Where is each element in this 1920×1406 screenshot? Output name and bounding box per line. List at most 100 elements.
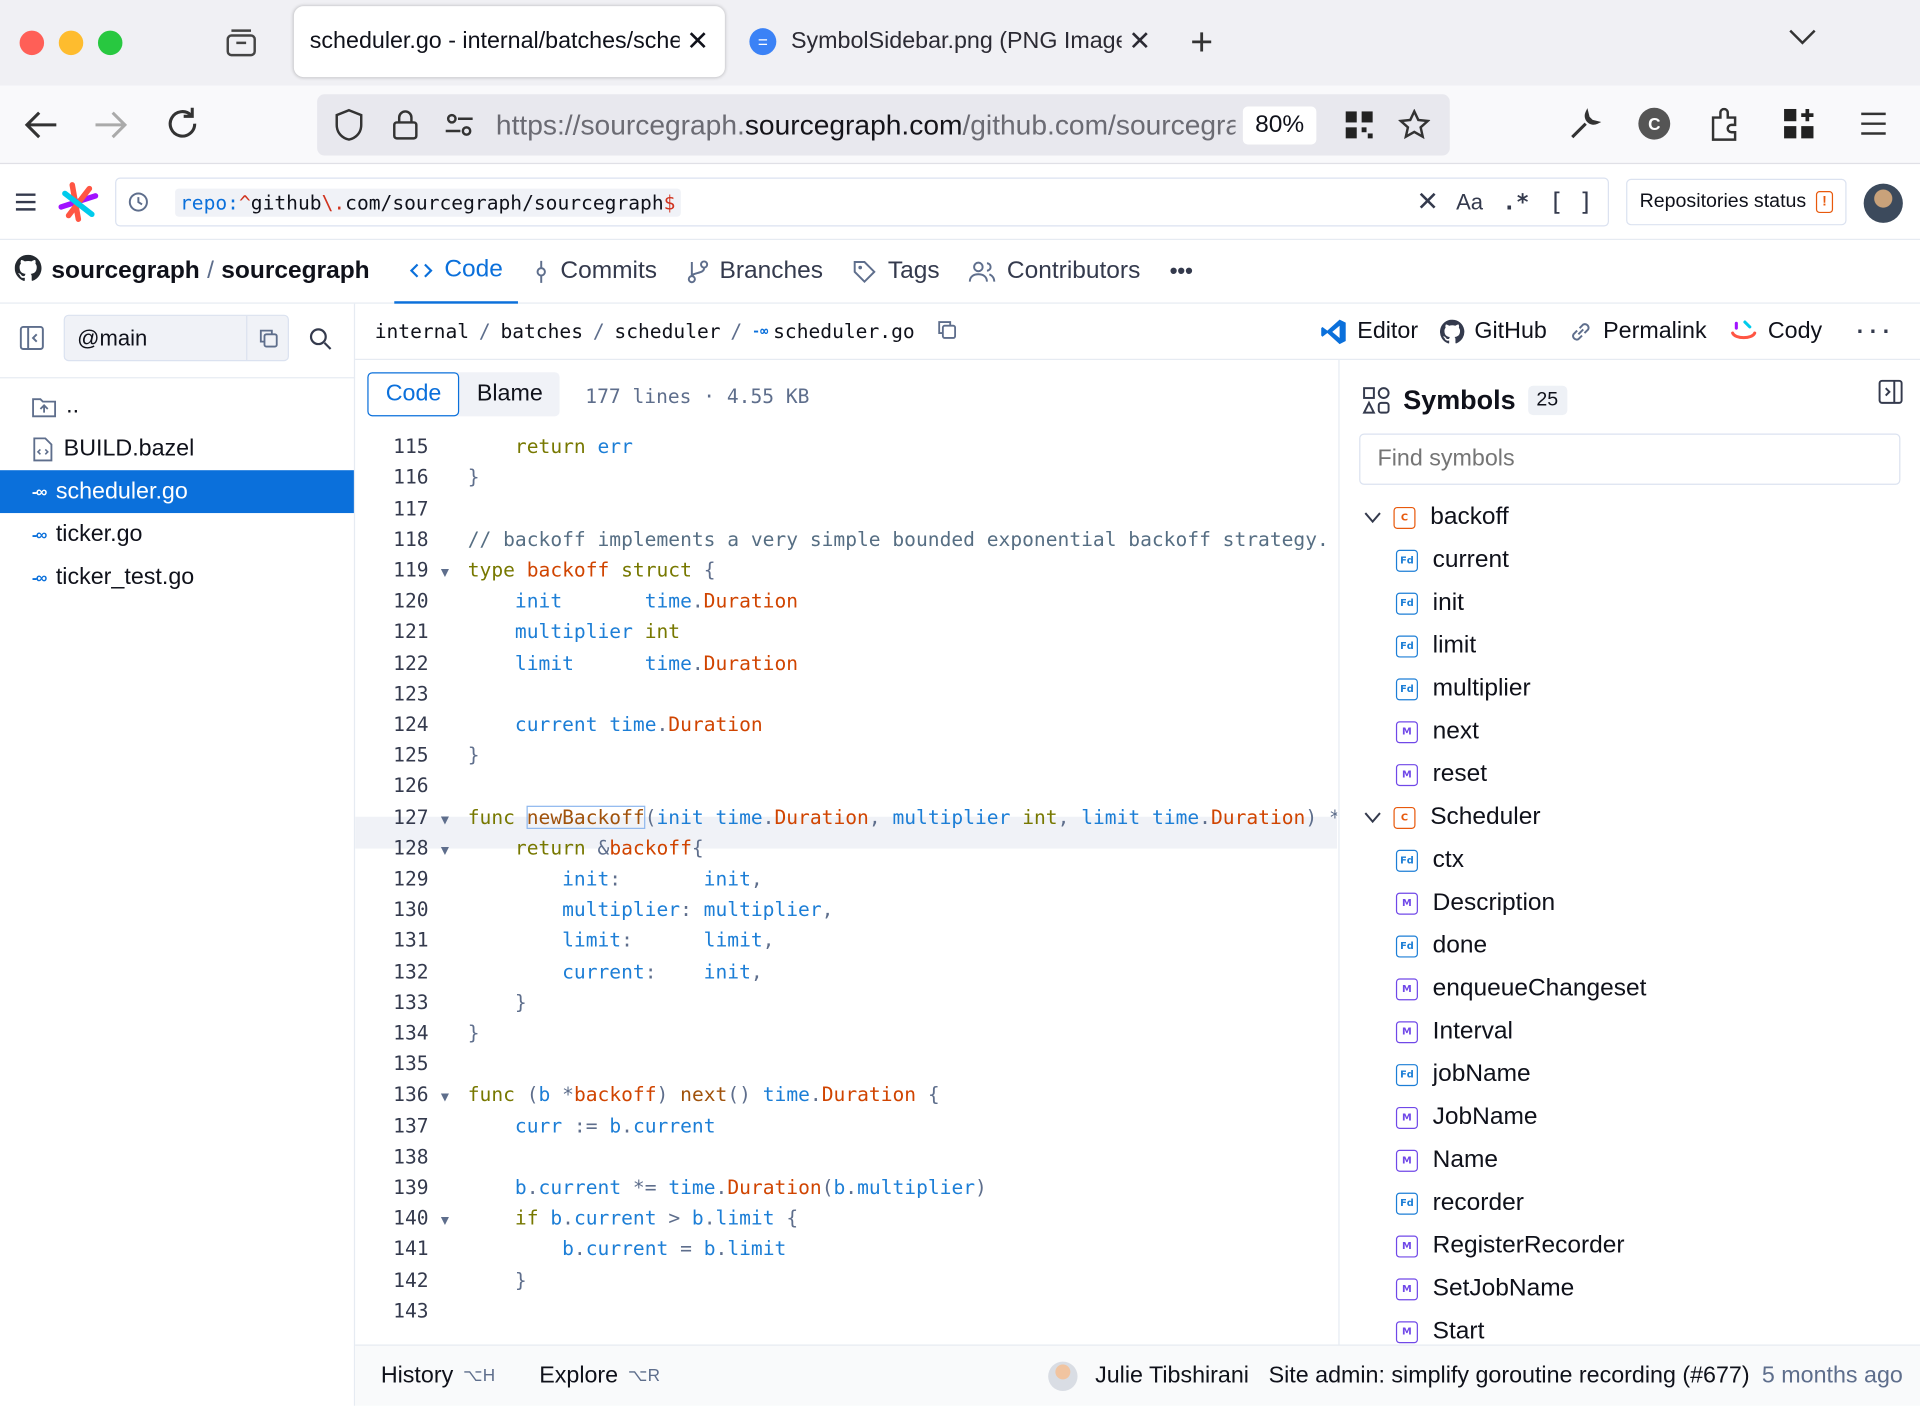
fold-toggle-icon[interactable]: ▼ xyxy=(441,1212,449,1228)
repo-name-link[interactable]: sourcegraph xyxy=(221,257,369,285)
chevron-down-icon[interactable] xyxy=(1364,503,1381,531)
more-tabs-button[interactable]: ••• xyxy=(1155,239,1208,303)
regexp-toggle[interactable]: .* xyxy=(1503,189,1530,215)
symbol-item[interactable]: M JobName xyxy=(1395,1096,1537,1139)
line-number[interactable]: 128 xyxy=(375,836,428,859)
reload-icon[interactable] xyxy=(164,105,201,148)
hamburger-menu-icon[interactable] xyxy=(15,192,37,218)
history-button[interactable]: History xyxy=(381,1362,453,1389)
breadcrumb-batches[interactable]: batches xyxy=(500,320,583,343)
symbol-item[interactable]: Fd jobName xyxy=(1395,1053,1531,1096)
copy-icon[interactable] xyxy=(246,315,288,361)
fold-toggle-icon[interactable]: ▼ xyxy=(441,564,449,580)
explore-button[interactable]: Explore xyxy=(539,1362,618,1389)
symbol-item[interactable]: Fd recorder xyxy=(1395,1182,1524,1225)
permissions-icon[interactable] xyxy=(430,111,489,138)
line-number[interactable]: 138 xyxy=(375,1145,428,1168)
line-number[interactable]: 114 xyxy=(375,424,428,428)
apps-icon[interactable] xyxy=(1783,108,1815,146)
revision-picker[interactable]: @main xyxy=(63,314,289,362)
qr-code-icon[interactable] xyxy=(1329,110,1390,139)
sourcegraph-logo-icon[interactable] xyxy=(58,181,100,229)
repo-owner-link[interactable]: sourcegraph xyxy=(51,257,199,285)
line-number[interactable]: 125 xyxy=(375,743,428,766)
line-number[interactable]: 131 xyxy=(375,929,428,952)
open-in-editor-button[interactable]: Editor xyxy=(1321,318,1418,345)
copy-path-icon[interactable] xyxy=(937,319,957,343)
symbol-item[interactable]: M Name xyxy=(1395,1139,1498,1182)
symbol-group[interactable]: Cbackoff xyxy=(1364,496,1509,539)
symbol-item[interactable]: M RegisterRecorder xyxy=(1395,1224,1625,1267)
code-view[interactable]: 114115 return err116}117118// backoff im… xyxy=(355,424,1338,1345)
line-number[interactable]: 143 xyxy=(375,1299,428,1322)
line-number[interactable]: 134 xyxy=(375,1021,428,1044)
line-number[interactable]: 136 xyxy=(375,1083,428,1106)
fold-toggle-icon[interactable]: ▼ xyxy=(441,1089,449,1105)
line-number[interactable]: 119 xyxy=(375,558,428,581)
line-number[interactable]: 120 xyxy=(375,589,428,612)
line-number[interactable]: 117 xyxy=(375,497,428,520)
structural-search-toggle[interactable]: [ ] xyxy=(1549,187,1593,216)
line-number[interactable]: 135 xyxy=(375,1052,428,1075)
search-query-text[interactable]: repo:^github\.com/sourcegraph/sourcegrap… xyxy=(175,187,681,217)
collapse-sidebar-icon[interactable] xyxy=(19,325,44,357)
user-avatar[interactable] xyxy=(1863,183,1903,223)
lock-icon[interactable] xyxy=(381,109,430,141)
symbol-item[interactable]: Fd ctx xyxy=(1395,839,1464,882)
line-number[interactable]: 130 xyxy=(375,898,428,921)
extensions-icon[interactable] xyxy=(1709,107,1741,148)
menu-icon[interactable] xyxy=(1859,110,1888,143)
clear-search-icon[interactable]: ✕ xyxy=(1416,187,1439,218)
tab-commits[interactable]: Commits xyxy=(518,239,672,303)
line-number[interactable]: 127 xyxy=(375,805,428,828)
url-bar[interactable]: https://sourcegraph.sourcegraph.com/gith… xyxy=(317,94,1450,156)
close-tab-icon[interactable]: ✕ xyxy=(686,26,709,58)
forward-icon[interactable] xyxy=(93,108,130,148)
shield-icon[interactable] xyxy=(317,108,381,142)
line-number[interactable]: 140 xyxy=(375,1206,428,1229)
breadcrumb-internal[interactable]: internal xyxy=(375,320,469,343)
maximize-window-button[interactable] xyxy=(97,30,123,56)
permalink-button[interactable]: Permalink xyxy=(1569,318,1707,345)
close-window-button[interactable] xyxy=(19,30,45,56)
search-history-icon[interactable] xyxy=(116,190,160,214)
bookmark-star-icon[interactable] xyxy=(1390,108,1439,141)
tab-scheduler-go[interactable]: scheduler.go - internal/batches/schedule… xyxy=(293,6,725,78)
chevron-down-icon[interactable] xyxy=(1364,803,1381,831)
cody-button[interactable]: Cody xyxy=(1729,318,1822,345)
close-tab-icon[interactable]: ✕ xyxy=(1128,26,1151,58)
symbol-item[interactable]: M Description xyxy=(1395,882,1555,925)
view-on-github-button[interactable]: GitHub xyxy=(1440,318,1547,345)
collapse-panel-icon[interactable] xyxy=(1878,379,1903,411)
line-number[interactable]: 133 xyxy=(375,990,428,1013)
symbol-group[interactable]: C Scheduler xyxy=(1364,796,1540,839)
line-number[interactable]: 126 xyxy=(375,774,428,797)
back-icon[interactable] xyxy=(22,108,59,148)
search-files-icon[interactable] xyxy=(309,327,333,358)
commit-author[interactable]: Julie Tibshirani xyxy=(1095,1362,1249,1389)
symbol-item[interactable]: Fd limit xyxy=(1395,624,1476,667)
file-tree-item-selected[interactable]: -∞ scheduler.go xyxy=(0,470,354,514)
zoom-level[interactable]: 80% xyxy=(1242,105,1317,144)
symbol-item[interactable]: Mreset xyxy=(1395,753,1487,796)
url-text[interactable]: https://sourcegraph.sourcegraph.com/gith… xyxy=(496,108,1236,141)
line-number[interactable]: 139 xyxy=(375,1176,428,1199)
tab-symbolsidebar-png[interactable]: = SymbolSidebar.png (PNG Image ✕ xyxy=(735,6,1166,77)
minimize-window-button[interactable] xyxy=(58,30,84,56)
tab-contributors[interactable]: Contributors xyxy=(954,239,1155,303)
line-number[interactable]: 141 xyxy=(375,1237,428,1260)
find-symbols-input[interactable] xyxy=(1359,433,1901,485)
symbol-item[interactable]: Fd done xyxy=(1395,924,1487,967)
line-number[interactable]: 132 xyxy=(375,960,428,983)
tab-tags[interactable]: Tags xyxy=(838,239,955,303)
more-actions-icon[interactable]: ··· xyxy=(1854,320,1893,343)
commit-message[interactable]: Site admin: simplify goroutine recording… xyxy=(1269,1362,1750,1389)
line-number[interactable]: 116 xyxy=(375,466,428,489)
symbol-item[interactable]: Fd init xyxy=(1395,582,1464,625)
fold-toggle-icon[interactable]: ▼ xyxy=(441,842,449,858)
line-number[interactable]: 121 xyxy=(375,620,428,643)
file-tree-item[interactable]: -∞ ticker.go xyxy=(0,513,354,556)
symbol-item[interactable]: Mnext xyxy=(1395,710,1479,753)
tab-groups-icon[interactable] xyxy=(220,24,262,61)
line-number[interactable]: 118 xyxy=(375,528,428,551)
